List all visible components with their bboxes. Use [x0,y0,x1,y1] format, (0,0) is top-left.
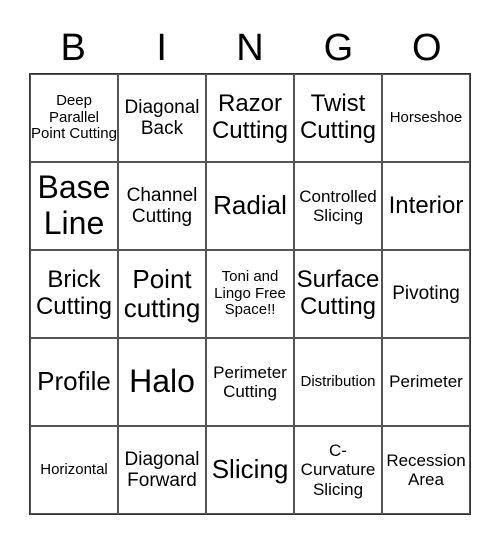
bingo-cell[interactable]: Point cutting [118,250,206,338]
bingo-cell[interactable]: Base Line [30,162,118,250]
bingo-grid: Deep Parallel Point Cutting Diagonal Bac… [29,73,471,515]
bingo-header: B I N G O [29,24,471,72]
bingo-cell[interactable]: Pivoting [382,250,470,338]
bingo-cell[interactable]: C-Curvature Slicing [294,426,382,514]
bingo-cell[interactable]: Toni and Lingo Free Space!! [206,250,294,338]
bingo-cell[interactable]: Profile [30,338,118,426]
bingo-cell[interactable]: Halo [118,338,206,426]
bingo-cell[interactable]: Horizontal [30,426,118,514]
header-letter: G [323,27,354,69]
bingo-cell[interactable]: Brick Cutting [30,250,118,338]
header-letter: I [156,27,167,69]
bingo-cell[interactable]: Distribution [294,338,382,426]
header-letter: N [236,27,264,69]
bingo-cell[interactable]: Diagonal Forward [118,426,206,514]
bingo-cell[interactable]: Deep Parallel Point Cutting [30,74,118,162]
bingo-cell[interactable]: Surface Cutting [294,250,382,338]
bingo-cell[interactable]: Twist Cutting [294,74,382,162]
bingo-cell[interactable]: Radial [206,162,294,250]
bingo-cell[interactable]: Recession Area [382,426,470,514]
header-letter: B [60,27,86,69]
bingo-cell[interactable]: Perimeter [382,338,470,426]
bingo-cell[interactable]: Perimeter Cutting [206,338,294,426]
bingo-cell[interactable]: Razor Cutting [206,74,294,162]
bingo-cell[interactable]: Channel Cutting [118,162,206,250]
bingo-cell[interactable]: Diagonal Back [118,74,206,162]
bingo-cell[interactable]: Interior [382,162,470,250]
bingo-cell[interactable]: Controlled Slicing [294,162,382,250]
header-letter: O [412,27,442,69]
bingo-cell[interactable]: Horseshoe [382,74,470,162]
bingo-cell[interactable]: Slicing [206,426,294,514]
